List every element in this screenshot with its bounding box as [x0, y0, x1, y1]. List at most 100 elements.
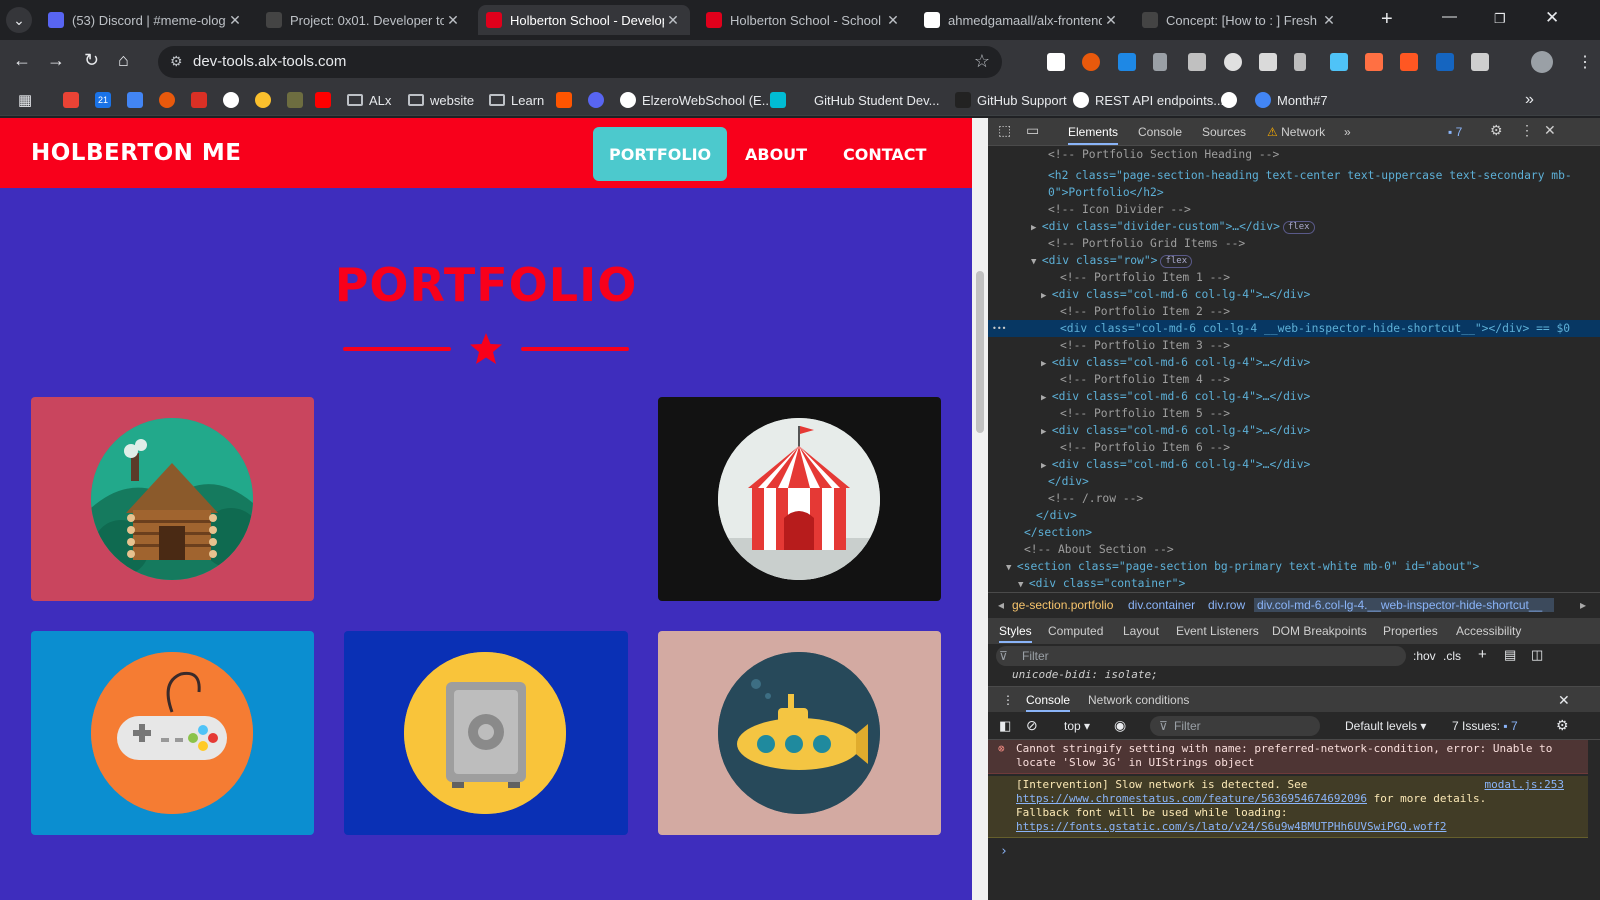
devtools-tab-elements[interactable]: Elements	[1068, 125, 1119, 145]
computed-sidebar-icon[interactable]: ◫	[1531, 647, 1543, 663]
bookmark-folder-learn[interactable]: Learn	[489, 91, 544, 109]
apps-grid-icon[interactable]: ▦	[18, 91, 32, 109]
extensions-puzzle-icon[interactable]	[1471, 53, 1489, 71]
browser-tab[interactable]: Holberton School - School o ✕	[698, 5, 910, 35]
cls-toggle[interactable]: .cls	[1443, 649, 1461, 663]
drawer-menu-icon[interactable]: ⋮	[1002, 693, 1014, 707]
expand-arrow-icon[interactable]: ▶	[1041, 291, 1052, 301]
bookmark-month7[interactable]: Month#7	[1255, 91, 1328, 109]
clear-console-icon[interactable]: ⊘	[1026, 717, 1038, 734]
page-scrollbar-thumb[interactable]	[976, 271, 984, 433]
dom-comment-line[interactable]: <!-- Portfolio Section Heading -->	[988, 146, 1600, 163]
log-levels-dropdown[interactable]: Default levels ▾	[1345, 719, 1426, 733]
live-expression-eye-icon[interactable]: ◉	[1114, 717, 1126, 734]
more-bookmarks-icon[interactable]: »	[1525, 91, 1534, 109]
dom-comment-line[interactable]: <!-- /.row -->	[988, 490, 1600, 507]
flex-badge[interactable]: flex	[1160, 255, 1193, 268]
breadcrumb-scroll-right[interactable]: ▸	[1580, 598, 1586, 612]
dom-comment-line[interactable]: <!-- Portfolio Item 2 -->	[988, 303, 1600, 320]
bookmark-rest-api[interactable]: REST API endpoints...	[1073, 91, 1224, 109]
styles-subtab[interactable]: Computed	[1048, 624, 1103, 638]
expand-arrow-icon[interactable]: ▼	[1018, 580, 1029, 590]
bookmark-folder-alx[interactable]: ALx	[347, 91, 391, 109]
nav-link-portfolio[interactable]: PORTFOLIO	[593, 127, 728, 181]
dom-node-line[interactable]: ▶ <div class="col-md-6 col-lg-4">…</div>	[988, 388, 1600, 405]
styles-subtab[interactable]: Styles	[999, 624, 1032, 643]
extension-vpn-icon[interactable]	[1436, 53, 1454, 71]
expand-arrow-icon[interactable]: ▼	[1006, 563, 1017, 573]
portfolio-item-game[interactable]	[31, 631, 314, 835]
dom-comment-line[interactable]: <!-- Portfolio Item 4 -->	[988, 371, 1600, 388]
dom-node-line[interactable]: ▼ <div class="container">	[988, 575, 1600, 592]
dom-comment-line[interactable]: <!-- Portfolio Grid Items -->	[988, 235, 1600, 252]
forward-button[interactable]: →	[47, 50, 65, 71]
close-tab-icon[interactable]: ✕	[1102, 12, 1120, 29]
element-state-icon[interactable]: ▤	[1504, 647, 1516, 663]
bookmark-discord[interactable]	[588, 91, 610, 109]
portfolio-item-submarine[interactable]	[658, 631, 941, 835]
expand-arrow-icon[interactable]: ▶	[1041, 461, 1052, 471]
styles-subtab[interactable]: Layout	[1123, 624, 1159, 638]
site-brand[interactable]: HOLBERTON ME	[31, 140, 241, 166]
close-window-button[interactable]: ✕	[1545, 8, 1559, 28]
devtools-tab-sources[interactable]: Sources	[1202, 125, 1246, 139]
maximize-button[interactable]: ❐	[1494, 11, 1506, 27]
bookmark-c[interactable]	[191, 91, 213, 109]
bookmark-gmail[interactable]	[63, 91, 85, 109]
breadcrumb-container[interactable]: div.container	[1128, 598, 1195, 612]
breadcrumb-row[interactable]: div.row	[1208, 598, 1245, 612]
browser-tab[interactable]: (53) Discord | #meme-ology ✕	[40, 5, 252, 35]
drawer-tab-console[interactable]: Console	[1026, 693, 1071, 712]
dom-node-line[interactable]: 0">Portfolio</h2>	[988, 184, 1600, 201]
close-tab-icon[interactable]: ✕	[1320, 12, 1338, 29]
breadcrumb-scroll-left[interactable]: ◂	[998, 598, 1004, 612]
new-style-rule-icon[interactable]: +	[1478, 646, 1487, 663]
bookmark-folder-website[interactable]: website	[408, 91, 474, 109]
devtools-tab-console[interactable]: Console	[1138, 125, 1182, 139]
dom-node-line[interactable]: ▶ <div class="col-md-6 col-lg-4">…</div>	[988, 286, 1600, 303]
dom-node-line[interactable]: ▶ <div class="col-md-6 col-lg-4">…</div>	[988, 354, 1600, 371]
nav-link-contact[interactable]: CONTACT	[827, 127, 942, 181]
console-filter-input[interactable]: Filter	[1150, 716, 1320, 736]
dom-node-line[interactable]: </section>	[988, 524, 1600, 541]
devtools-tab-network[interactable]: ⚠ Network	[1267, 125, 1325, 139]
expand-arrow-icon[interactable]: ▶	[1041, 359, 1052, 369]
browser-tab[interactable]: Holberton School - Develope ✕	[478, 5, 690, 35]
settings-gear-icon[interactable]: ⚙	[1490, 122, 1503, 139]
bookmark-github-2[interactable]	[1221, 91, 1243, 109]
drawer-tab-network-conditions[interactable]: Network conditions	[1088, 693, 1189, 707]
warning-source-link[interactable]: modal.js:253	[1485, 778, 1564, 792]
dom-comment-line[interactable]: <!-- About Section -->	[988, 541, 1600, 558]
styles-subtab[interactable]: Accessibility	[1456, 624, 1521, 638]
close-tab-icon[interactable]: ✕	[226, 12, 244, 29]
dom-comment-line[interactable]: <!-- Portfolio Item 5 -->	[988, 405, 1600, 422]
extension-window-icon[interactable]	[1259, 53, 1277, 71]
more-tabs-icon[interactable]: »	[1344, 125, 1351, 139]
site-info-icon[interactable]: ⚙	[170, 53, 183, 70]
breadcrumb-selected[interactable]: div.col-md-6.col-lg-4.__web-inspector-hi…	[1254, 598, 1554, 612]
bookmark-bulb[interactable]	[255, 91, 277, 109]
context-selector[interactable]: top ▾	[1064, 719, 1090, 733]
url-text[interactable]: dev-tools.alx-tools.com	[193, 53, 346, 70]
dom-node-line[interactable]: </div>	[988, 473, 1600, 490]
expand-arrow-icon[interactable]: ▶	[1041, 427, 1052, 437]
bookmark-github-student[interactable]: GitHub Student Dev...	[770, 91, 940, 109]
new-tab-button[interactable]: +	[1381, 8, 1393, 31]
issues-counter[interactable]: 7 Issues: ▪ 7	[1452, 719, 1518, 733]
flex-badge[interactable]: flex	[1282, 221, 1315, 234]
dom-node-line[interactable]: ▶ <div class="col-md-6 col-lg-4">…</div>	[988, 422, 1600, 439]
dom-node-line[interactable]: </div>	[988, 507, 1600, 524]
styles-filter-input[interactable]: Filter	[996, 646, 1406, 666]
dom-selected-node[interactable]: ••• <div class="col-md-6 col-lg-4 __web-i…	[988, 320, 1600, 337]
close-tab-icon[interactable]: ✕	[884, 12, 902, 29]
profile-avatar[interactable]	[1531, 51, 1553, 73]
styles-subtab[interactable]: Event Listeners	[1176, 624, 1259, 638]
home-button[interactable]: ⌂	[118, 50, 129, 71]
bookmark-translate[interactable]	[127, 91, 149, 109]
bookmark-calendar[interactable]: 21	[95, 91, 117, 109]
bookmark-youtube[interactable]	[315, 91, 337, 109]
browser-menu-icon[interactable]: ⋮	[1577, 52, 1593, 72]
portfolio-item-circus[interactable]	[658, 397, 941, 601]
dom-node-line[interactable]: <h2 class="page-section-heading text-cen…	[988, 167, 1600, 184]
close-tab-icon[interactable]: ✕	[444, 12, 462, 29]
